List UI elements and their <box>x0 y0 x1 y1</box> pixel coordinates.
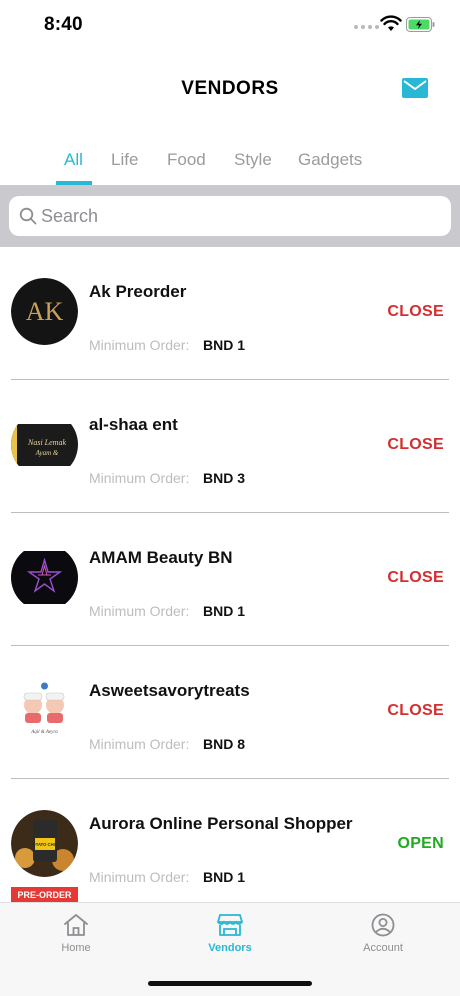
tab-gadgets[interactable]: Gadgets <box>298 150 362 170</box>
nav-account-label: Account <box>363 942 403 954</box>
minimum-order-value: BND 1 <box>203 869 246 885</box>
svg-text:Nasi Lemak: Nasi Lemak <box>27 438 66 447</box>
vendor-status: CLOSE <box>387 436 444 453</box>
vendor-row[interactable]: POTATO CHIPS PRE-ORDER Aurora Online Per… <box>0 779 460 902</box>
nav-home-label: Home <box>61 942 91 954</box>
minimum-order-label: Minimum Order: <box>89 869 190 885</box>
svg-text:POTATO CHIPS: POTATO CHIPS <box>30 842 61 847</box>
minimum-order-label: Minimum Order: <box>89 736 190 752</box>
search-icon <box>19 207 37 225</box>
category-tabs: All Life Food Style Gadgets <box>0 140 460 186</box>
cellular-signal-icon <box>354 25 379 29</box>
vendor-logo: AK <box>11 278 78 345</box>
vendor-name: Asweetsavorytreats <box>89 681 250 700</box>
nav-account[interactable]: Account <box>333 913 433 954</box>
tab-all[interactable]: All <box>64 150 83 170</box>
vendor-name: Ak Preorder <box>89 282 187 301</box>
vendor-status: CLOSE <box>387 303 444 320</box>
svg-text:Aqil & Aeyra: Aqil & Aeyra <box>30 730 58 735</box>
vendor-row[interactable]: Nasi Lemak Ayam & al-shaa ent Minimum Or… <box>0 380 460 513</box>
minimum-order-value: BND 1 <box>203 603 246 619</box>
vendor-name: Aurora Online Personal Shopper <box>89 814 353 833</box>
vendor-status: CLOSE <box>387 702 444 719</box>
bottom-nav: Home Vendors Account <box>0 902 460 996</box>
vendor-list: AK Ak Preorder Minimum Order: BND 1 CLOS… <box>0 247 460 902</box>
tab-life[interactable]: Life <box>111 150 138 170</box>
vendor-logo: POTATO CHIPS <box>11 810 78 877</box>
account-icon <box>371 913 395 937</box>
minimum-order-label: Minimum Order: <box>89 603 190 619</box>
nav-vendors[interactable]: Vendors <box>180 913 280 954</box>
minimum-order-value: BND 3 <box>203 470 246 486</box>
minimum-order-value: BND 1 <box>203 337 246 353</box>
pre-order-badge: PRE-ORDER <box>11 887 78 902</box>
search-box[interactable] <box>9 196 451 236</box>
minimum-order-label: Minimum Order: <box>89 337 190 353</box>
header: VENDORS <box>0 60 460 120</box>
vendor-logo: Aqil & Aeyra <box>11 677 78 744</box>
vendor-row[interactable]: Aqil & Aeyra Asweetsavorytreats Minimum … <box>0 646 460 779</box>
vendor-name: al-shaa ent <box>89 415 178 434</box>
wifi-icon <box>380 15 402 31</box>
tab-food[interactable]: Food <box>167 150 206 170</box>
home-indicator <box>148 981 312 986</box>
nav-vendors-label: Vendors <box>208 942 252 954</box>
mail-icon[interactable] <box>402 78 428 98</box>
svg-text:Ayam &: Ayam & <box>35 449 59 457</box>
vendor-status: CLOSE <box>387 569 444 586</box>
battery-icon <box>406 17 435 32</box>
vendor-logo: Nasi Lemak Ayam & <box>11 411 78 478</box>
status-time: 8:40 <box>44 14 83 35</box>
vendor-name: AMAM Beauty BN <box>89 548 233 567</box>
search-bar <box>0 185 460 247</box>
search-input[interactable] <box>41 196 441 236</box>
vendor-status: OPEN <box>397 835 444 852</box>
vendor-row[interactable]: AK Ak Preorder Minimum Order: BND 1 CLOS… <box>0 247 460 380</box>
store-icon <box>217 914 243 936</box>
page-title: VENDORS <box>181 78 279 99</box>
tab-style[interactable]: Style <box>234 150 272 170</box>
status-bar: 8:40 <box>0 0 460 50</box>
minimum-order-label: Minimum Order: <box>89 470 190 486</box>
home-icon <box>64 914 88 936</box>
vendor-logo <box>11 544 78 611</box>
minimum-order-value: BND 8 <box>203 736 246 752</box>
vendor-row[interactable]: AMAM Beauty BN Minimum Order: BND 1 CLOS… <box>0 513 460 646</box>
svg-text:AK: AK <box>26 297 64 326</box>
nav-home[interactable]: Home <box>26 913 126 954</box>
